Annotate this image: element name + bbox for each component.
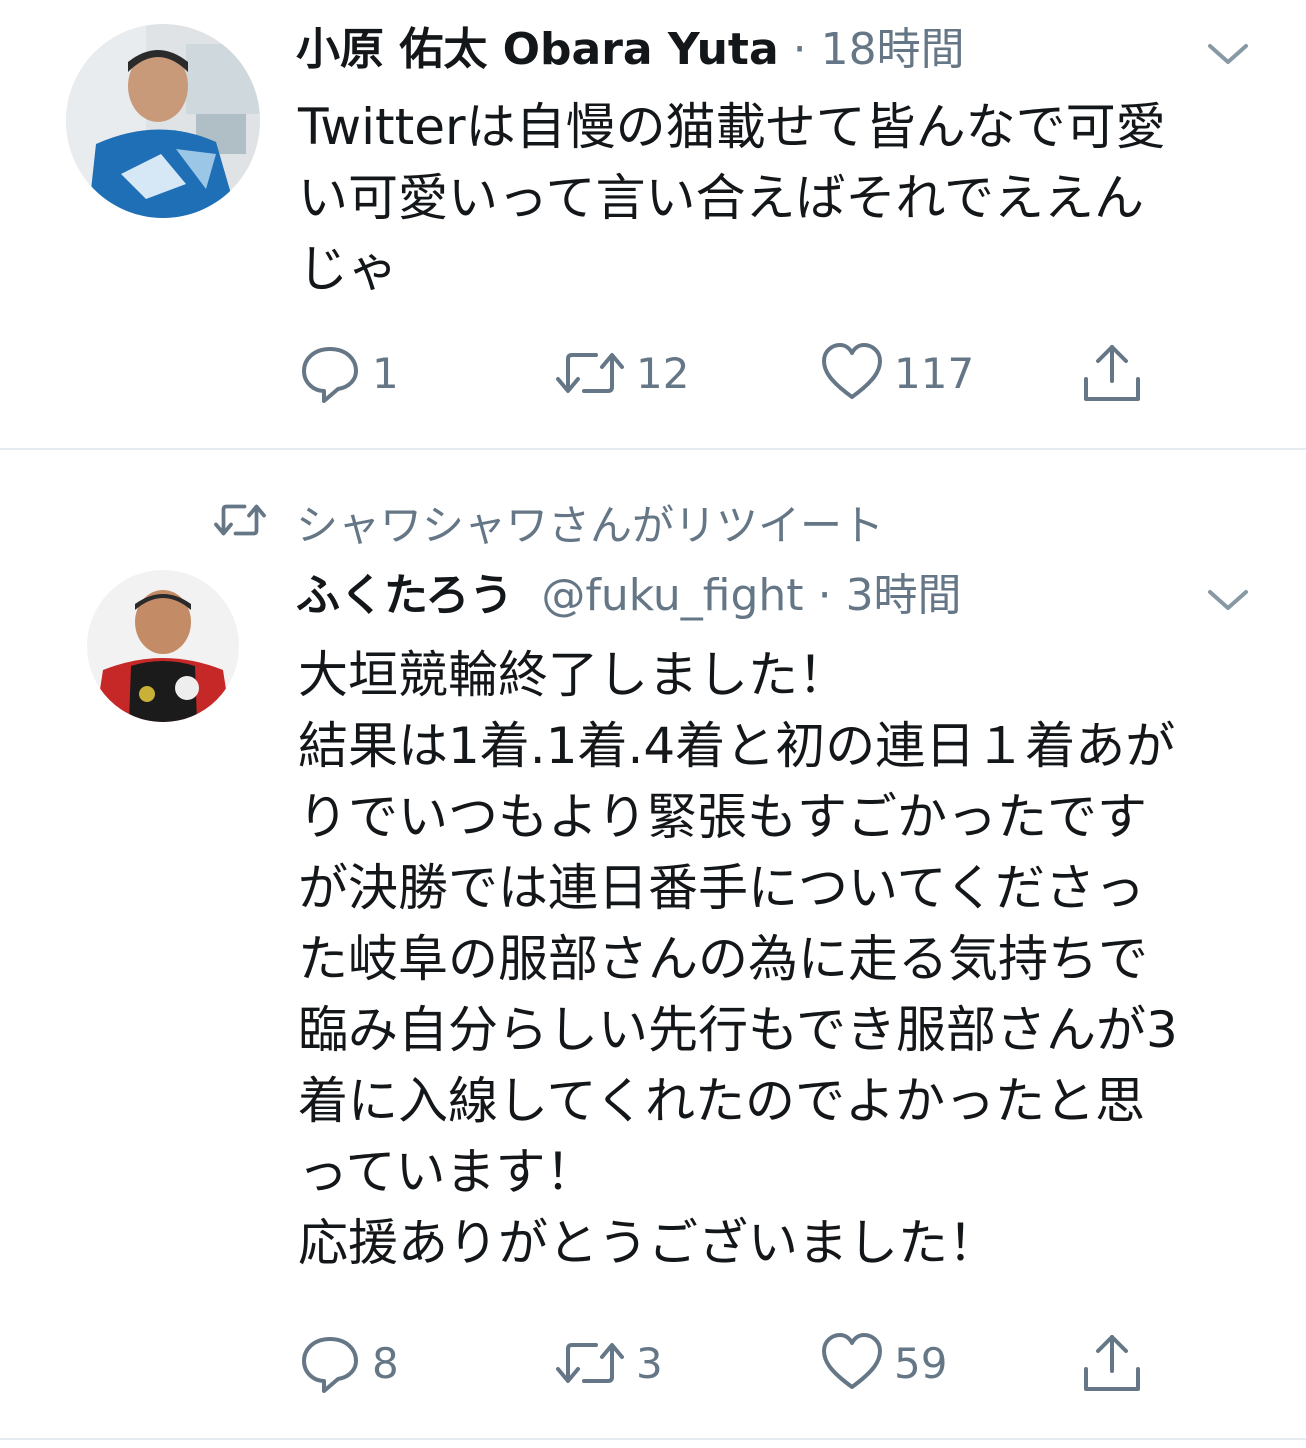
separator: · [792,24,807,75]
share-button[interactable] [1080,1328,1144,1398]
user-handle[interactable]: @fuku_fight [541,570,803,621]
reply-button[interactable]: 1 [298,338,399,408]
share-icon [1080,341,1144,405]
avatar[interactable] [66,24,260,218]
chevron-down-icon[interactable] [1200,34,1256,74]
retweeted-by-label[interactable]: シャワシャワさんがリツイート [296,492,884,553]
divider [0,448,1306,450]
tweet[interactable]: 小原 佑太 Obara Yuta · 18時間 Twitterは自慢の猫載せて皆… [0,0,1306,450]
tweet-actions: 1 12 117 [298,338,1198,408]
display-name[interactable]: ふくたろう [296,570,513,621]
like-button[interactable]: 59 [820,1328,947,1398]
divider [0,1438,1306,1440]
chevron-down-icon[interactable] [1200,580,1256,620]
reply-icon [298,341,362,405]
tweet-text: 大垣競輪終了しました！ 結果は1着.1着.4着と初の連日１着あが りでいつもより… [298,646,1178,1272]
timestamp[interactable]: 3時間 [846,570,962,621]
retweet-count: 3 [636,1338,663,1388]
retweeted-by-line[interactable]: シャワシャワさんがリツイート [212,492,884,552]
separator: · [817,570,832,621]
reply-icon [298,1331,362,1395]
display-name[interactable]: 小原 佑太 Obara Yuta [296,24,779,75]
reply-button[interactable]: 8 [298,1328,399,1398]
heart-icon [820,1331,884,1395]
heart-icon [820,341,884,405]
like-button[interactable]: 117 [820,338,974,408]
tweet[interactable]: シャワシャワさんがリツイート ふくたろう @fuku_fight · 3時間 大… [0,452,1306,1444]
tweet-text: Twitterは自慢の猫載せて皆んなで可愛 い可愛いって言い合えばそれでええん … [298,98,1166,298]
avatar[interactable] [87,570,239,722]
share-icon [1080,1331,1144,1395]
like-count: 59 [894,1338,948,1388]
like-count: 117 [894,348,975,398]
retweet-button[interactable]: 12 [554,338,689,408]
retweet-icon [554,341,626,405]
share-button[interactable] [1080,338,1144,408]
tweet-header: 小原 佑太 Obara Yuta · 18時間 [296,20,1186,80]
tweet-actions: 8 3 59 [298,1328,1198,1398]
tweet-header: ふくたろう @fuku_fight · 3時間 [296,566,1186,626]
retweet-icon [554,1331,626,1395]
retweet-icon [212,496,268,548]
reply-count: 1 [372,348,399,398]
reply-count: 8 [372,1338,399,1388]
retweet-count: 12 [636,348,690,398]
retweet-button[interactable]: 3 [554,1328,663,1398]
timestamp[interactable]: 18時間 [821,24,965,75]
